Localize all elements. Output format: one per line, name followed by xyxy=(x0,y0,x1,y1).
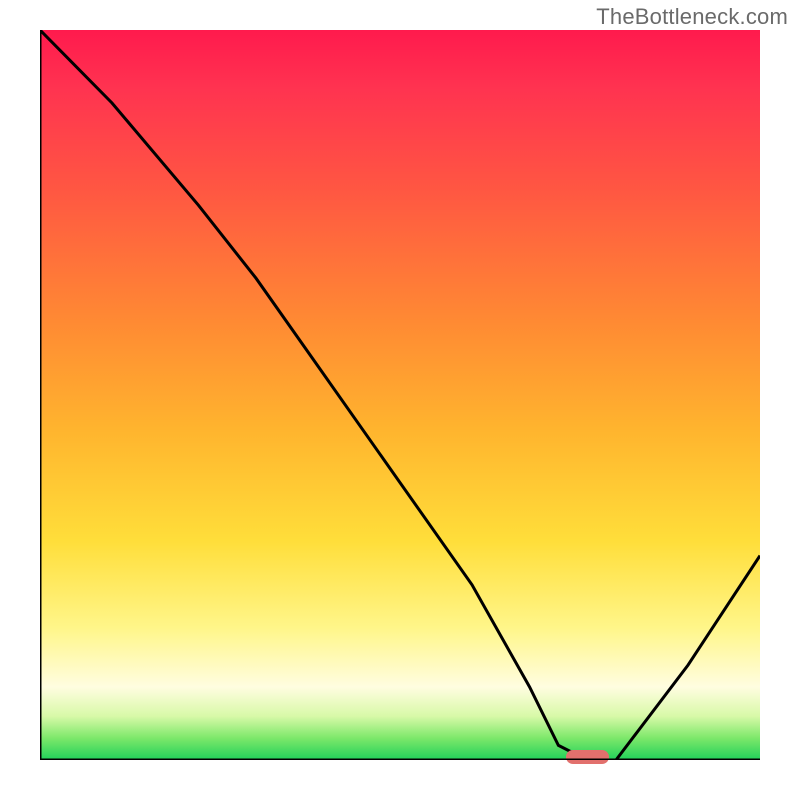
watermark-text: TheBottleneck.com xyxy=(596,4,788,30)
line-plot-svg xyxy=(40,30,760,760)
bottleneck-curve xyxy=(40,30,760,760)
chart-area xyxy=(40,30,760,760)
optimal-marker xyxy=(566,750,609,764)
